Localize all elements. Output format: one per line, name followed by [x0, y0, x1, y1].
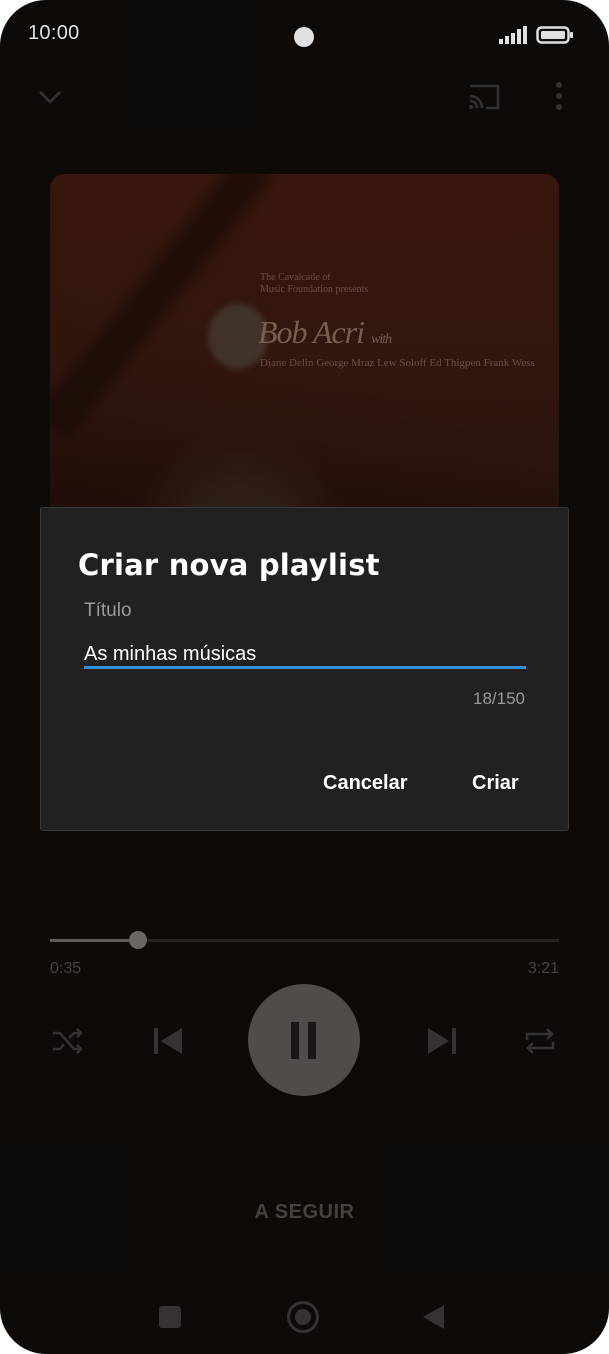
phone-screen: 10:00 The Cavalcade of Music Foundation … — [0, 0, 609, 1354]
character-counter: 18/150 — [473, 689, 525, 708]
title-field-label: Título — [84, 600, 132, 621]
dialog-title: Criar nova playlist — [78, 548, 380, 582]
cancel-button[interactable]: Cancelar — [323, 772, 408, 795]
create-playlist-dialog: Criar nova playlist Título 18/150 Cancel… — [40, 507, 569, 831]
input-underline — [84, 666, 526, 669]
create-button[interactable]: Criar — [472, 772, 519, 795]
